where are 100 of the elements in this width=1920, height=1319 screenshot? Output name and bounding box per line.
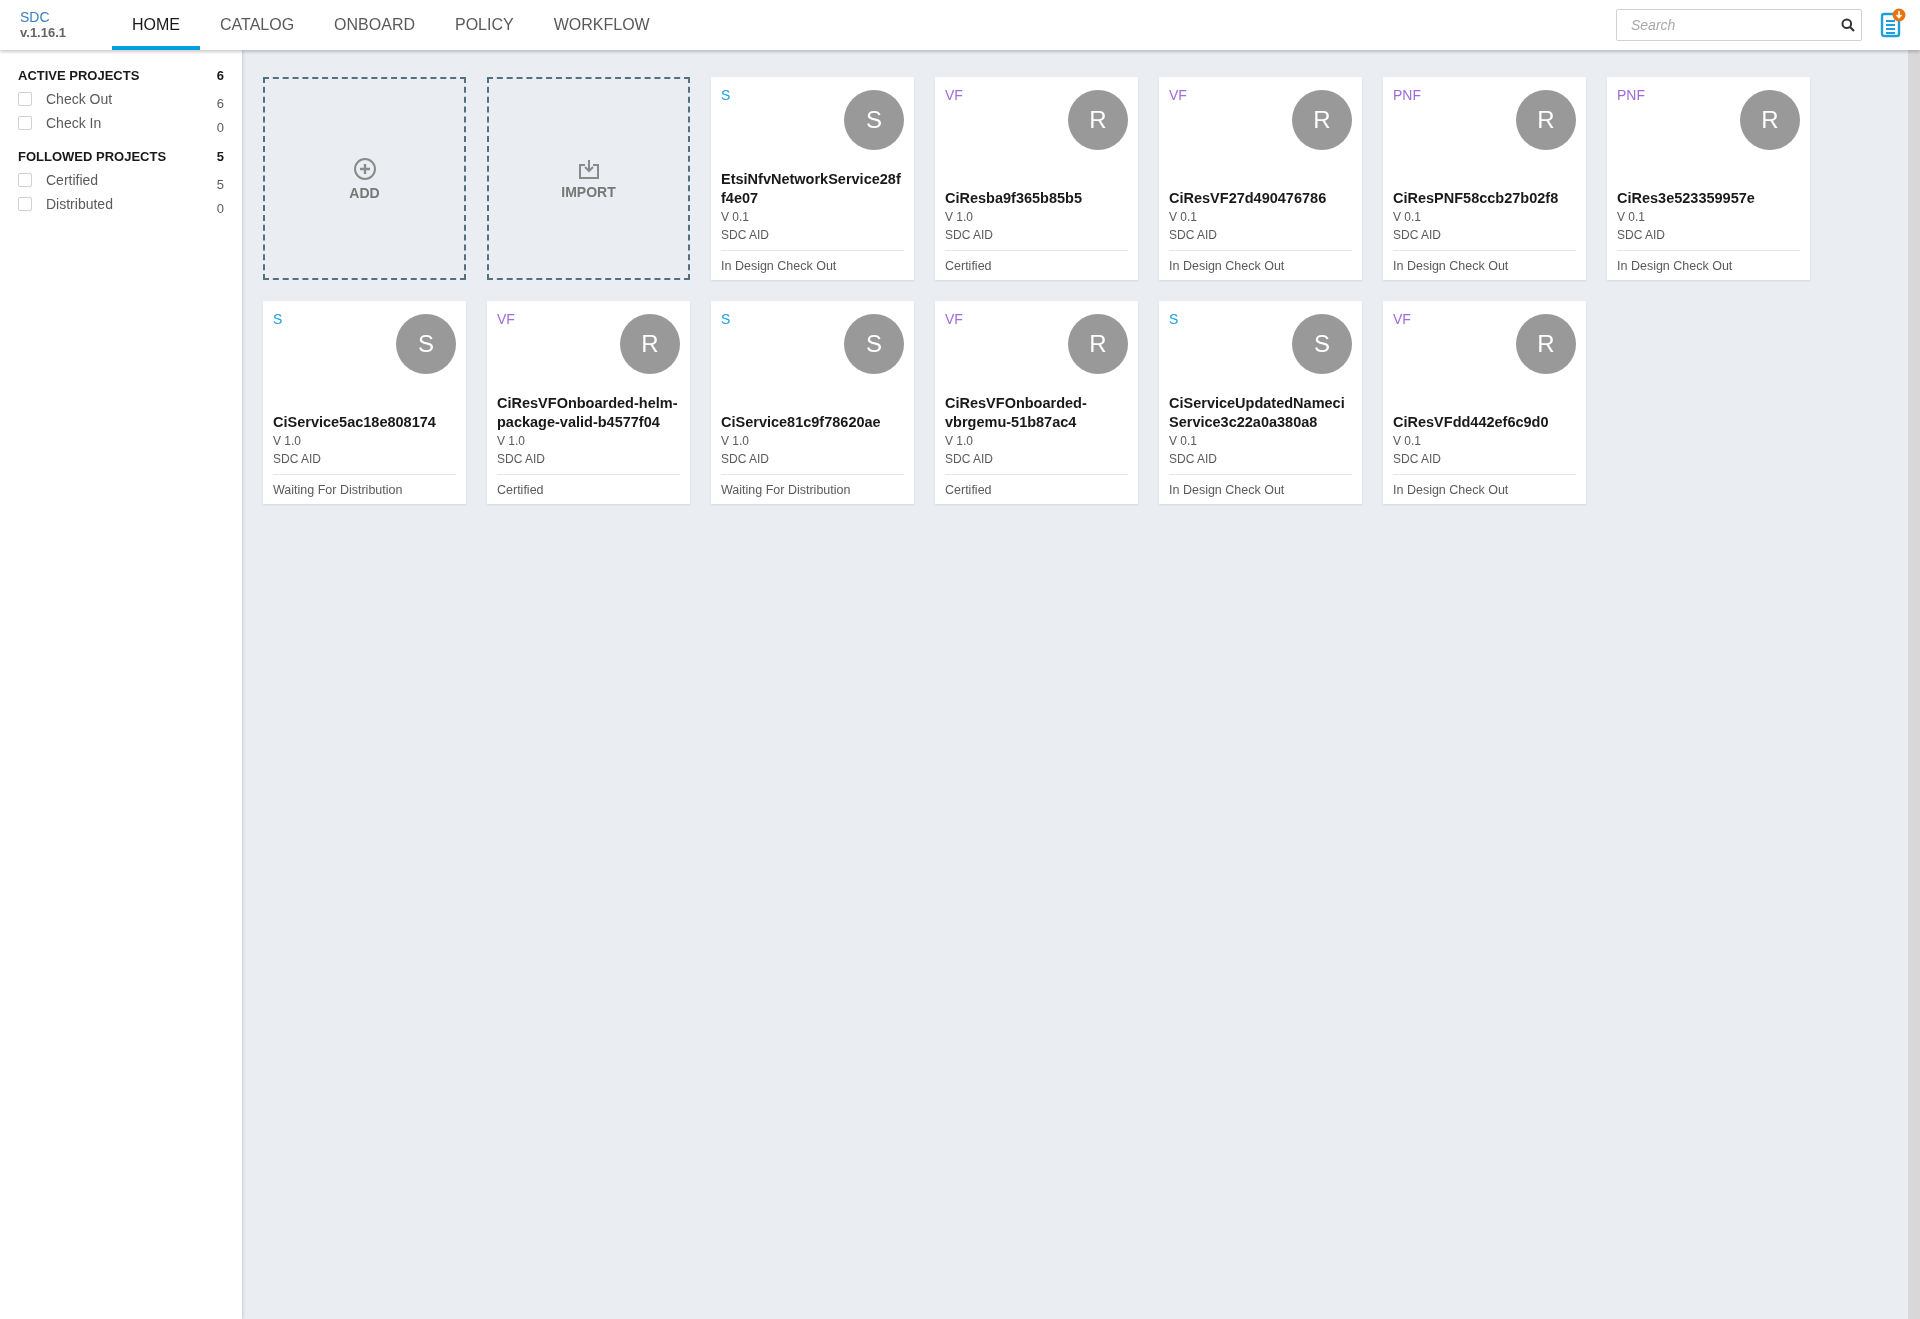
project-version: V 0.1 [1169, 209, 1199, 226]
project-status: In Design Check Out [721, 250, 904, 280]
project-owner: SDC AID [945, 451, 994, 468]
type-label: VF [1393, 311, 1411, 327]
project-status: Certified [945, 474, 1128, 504]
project-card[interactable]: PNF R CiRes3e523359957e V 0.1 SDC AID In Design Check Out [1607, 77, 1810, 280]
project-status: Waiting For Distribution [273, 474, 456, 504]
project-status: In Design Check Out [1169, 474, 1352, 504]
project-owner: SDC AID [273, 451, 322, 468]
filter-count: 5 [216, 176, 224, 192]
avatar: R [1740, 90, 1800, 150]
notification-list-icon[interactable] [1880, 8, 1906, 38]
project-version: V 0.1 [1393, 209, 1423, 226]
project-status: In Design Check Out [1393, 474, 1576, 504]
type-label: S [273, 311, 283, 327]
project-card[interactable]: VF R CiResba9f365b85b5 V 1.0 SDC AID Certified [935, 77, 1138, 280]
project-version: V 1.0 [497, 433, 527, 450]
nav-tab[interactable]: POLICY [435, 0, 534, 50]
type-label: VF [497, 311, 515, 327]
project-name: CiResVF27d490476786 [1169, 189, 1327, 208]
filter-label: Certified [46, 172, 99, 188]
project-name: EtsiNfvNetworkService28ff4e07 [721, 170, 902, 208]
type-label: PNF [1393, 87, 1421, 103]
project-owner: SDC AID [721, 227, 770, 244]
avatar: S [844, 90, 904, 150]
type-label: S [1169, 311, 1179, 327]
project-owner: SDC AID [1617, 227, 1666, 244]
import-icon [577, 157, 600, 180]
project-name: CiService81c9f78620ae [721, 413, 881, 432]
filter-label: Check In [46, 115, 102, 131]
project-status: In Design Check Out [1169, 250, 1352, 280]
project-status: Certified [945, 250, 1128, 280]
project-owner: SDC AID [1169, 227, 1218, 244]
project-name: CiServiceUpdatedNameciService3c22a0a380a8 [1169, 394, 1346, 432]
section-title: FOLLOWED PROJECTS [18, 149, 167, 164]
nav-tab[interactable]: WORKFLOW [533, 0, 670, 50]
project-owner: SDC AID [497, 451, 546, 468]
project-name: CiResVFOnboarded-vbrgemu-51b87ac4 [945, 394, 1088, 432]
filter-count: 6 [216, 95, 224, 111]
type-label: S [721, 87, 731, 103]
project-version: V 1.0 [945, 209, 975, 226]
avatar: R [1068, 90, 1128, 150]
section-title: ACTIVE PROJECTS [18, 68, 140, 83]
project-owner: SDC AID [1169, 451, 1218, 468]
project-card[interactable]: VF R CiResVFOnboarded-vbrgemu-51b87ac4 V 1.0 SDC AID Certified [935, 301, 1138, 504]
type-label: VF [1169, 87, 1187, 103]
project-card[interactable]: S S CiService81c9f78620ae V 1.0 SDC AID Waiting For Distribution [711, 301, 914, 504]
project-name: CiRes3e523359957e [1617, 189, 1755, 208]
project-card[interactable]: VF R CiResVF27d490476786 V 0.1 SDC AID In Design Check Out [1159, 77, 1362, 280]
type-label: S [721, 311, 731, 327]
project-card[interactable]: S S EtsiNfvNetworkService28ff4e07 V 0.1 SDC AID In Design Check Out [711, 77, 914, 280]
project-version: V 0.1 [1617, 209, 1647, 226]
project-version: V 1.0 [721, 433, 751, 450]
search-field[interactable]: Search [1616, 9, 1862, 41]
project-version: V 0.1 [721, 209, 751, 226]
filter-count: 0 [216, 200, 224, 216]
project-name: CiResba9f365b85b5 [945, 189, 1082, 208]
filter-checkbox[interactable] [18, 173, 32, 187]
section-count: 5 [216, 149, 224, 164]
project-card[interactable]: S S CiServiceUpdatedNameciService3c22a0a380a8 V 0.1 SDC AID In Design Check Out [1159, 301, 1362, 504]
project-card[interactable]: PNF R CiResPNF58ccb27b02f8 V 0.1 SDC AID In Design Check Out [1383, 77, 1586, 280]
project-card[interactable]: VF R CiResVFOnboarded-helm-package-valid-b4577f04 V 1.0 SDC AID Certified [487, 301, 690, 504]
avatar: S [1292, 314, 1352, 374]
filter-checkbox[interactable] [18, 197, 32, 211]
import-button[interactable]: IMPORT [487, 77, 690, 280]
project-name: CiResPNF58ccb27b02f8 [1393, 189, 1559, 208]
avatar: R [1292, 90, 1352, 150]
avatar: S [844, 314, 904, 374]
project-status: Waiting For Distribution [721, 474, 904, 504]
project-status: In Design Check Out [1393, 250, 1576, 280]
project-name: CiResVFdd442ef6c9d0 [1393, 413, 1549, 432]
filter-label: Distributed [46, 196, 113, 212]
nav-tab[interactable]: CATALOG [200, 0, 315, 50]
project-owner: SDC AID [945, 227, 994, 244]
project-version: V 0.1 [1393, 433, 1423, 450]
app-name: SDC [20, 10, 51, 25]
type-label: VF [945, 311, 963, 327]
avatar: R [620, 314, 680, 374]
project-name: CiResVFOnboarded-helm-package-valid-b4577f04 [497, 394, 679, 432]
section-count: 6 [216, 68, 224, 83]
nav-tab[interactable]: ONBOARD [314, 0, 435, 50]
project-status: In Design Check Out [1617, 250, 1800, 280]
filter-checkbox[interactable] [18, 116, 32, 130]
filter-checkbox[interactable] [18, 92, 32, 106]
add-button[interactable]: ADD [263, 77, 466, 280]
project-version: V 1.0 [945, 433, 975, 450]
filter-count: 0 [216, 119, 224, 135]
type-label: PNF [1617, 87, 1645, 103]
project-card[interactable]: VF R CiResVFdd442ef6c9d0 V 0.1 SDC AID In Design Check Out [1383, 301, 1586, 504]
filter-label: Check Out [46, 91, 113, 107]
search-icon [1841, 18, 1855, 32]
avatar: R [1068, 314, 1128, 374]
project-status: Certified [497, 474, 680, 504]
avatar: S [396, 314, 456, 374]
project-owner: SDC AID [721, 451, 770, 468]
project-owner: SDC AID [1393, 227, 1442, 244]
avatar: R [1516, 314, 1576, 374]
type-label: VF [945, 87, 963, 103]
project-card[interactable]: S S CiService5ac18e808174 V 1.0 SDC AID Waiting For Distribution [263, 301, 466, 504]
scrollbar[interactable] [1908, 50, 1920, 1319]
